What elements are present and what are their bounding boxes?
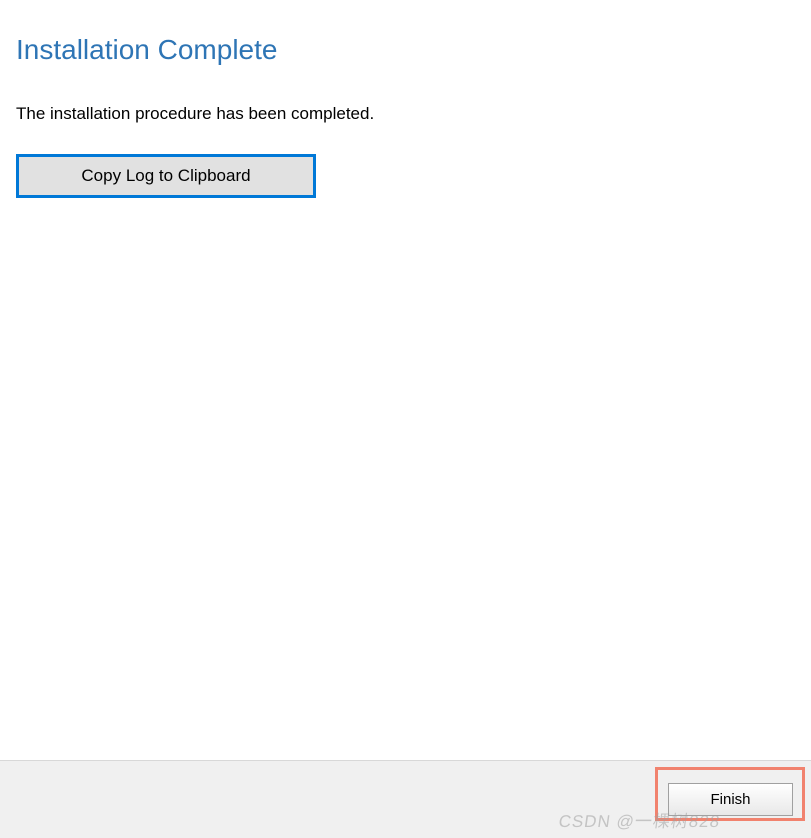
- finish-button[interactable]: Finish: [668, 783, 793, 816]
- main-content: Installation Complete The installation p…: [0, 0, 811, 760]
- footer-bar: Finish: [0, 760, 811, 838]
- copy-log-button[interactable]: Copy Log to Clipboard: [16, 154, 316, 198]
- page-title: Installation Complete: [16, 34, 795, 66]
- description-text: The installation procedure has been comp…: [16, 104, 795, 124]
